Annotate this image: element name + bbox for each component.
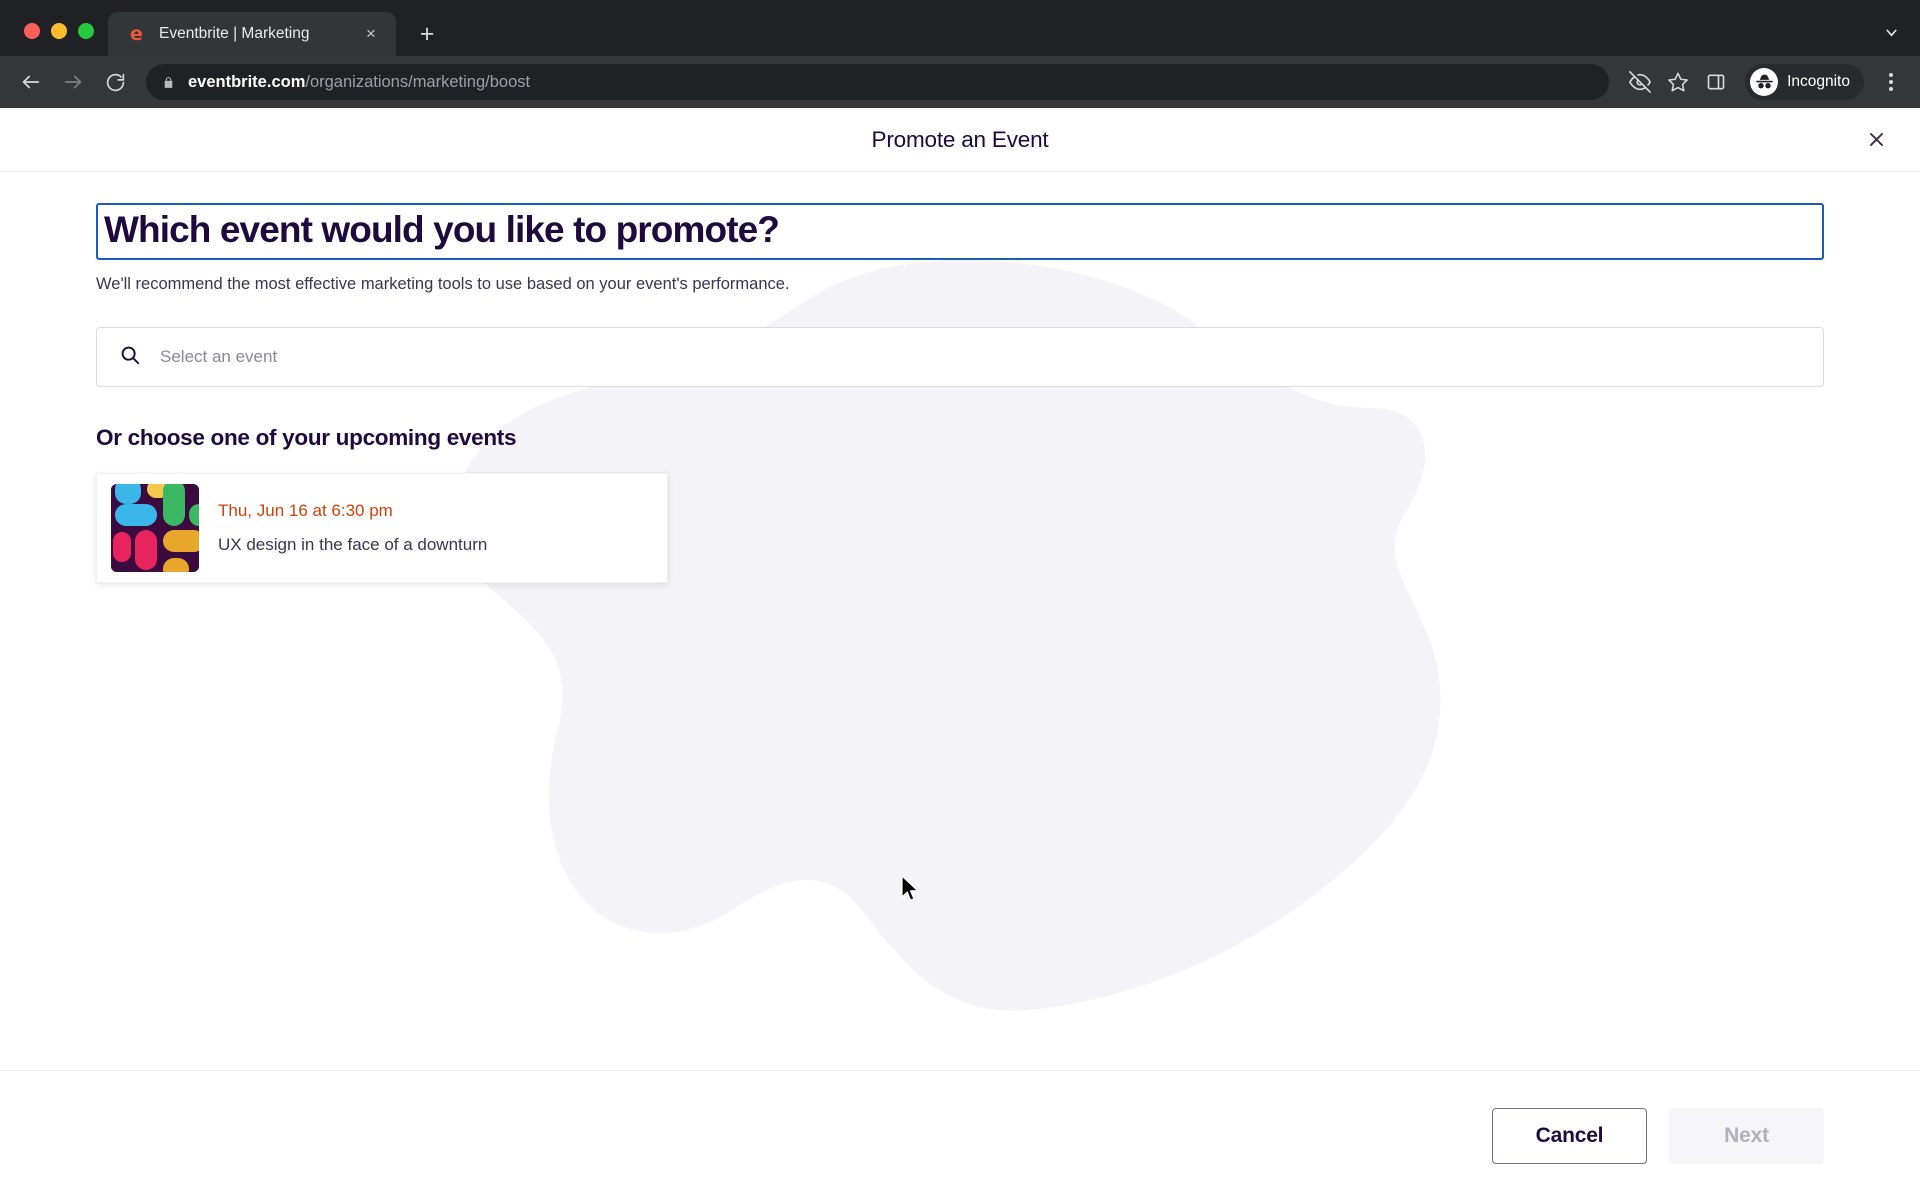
modal-footer: Cancel Next xyxy=(0,1070,1920,1200)
address-bar-url: eventbrite.com/organizations/marketing/b… xyxy=(188,73,530,92)
reload-icon[interactable] xyxy=(96,63,134,101)
tab-strip: e Eventbrite | Marketing × + xyxy=(0,0,1920,56)
side-panel-icon[interactable] xyxy=(1699,65,1733,99)
profile-chip[interactable]: Incognito xyxy=(1745,64,1864,100)
tab-title: Eventbrite | Marketing xyxy=(159,25,310,42)
subheading-text: We'll recommend the most effective marke… xyxy=(96,275,790,294)
heading-focus-ring: Which event would you like to promote? xyxy=(96,203,1824,261)
profile-label: Incognito xyxy=(1787,73,1850,90)
browser-window: e Eventbrite | Marketing × + eventbrite.… xyxy=(0,0,1920,1200)
forward-arrow-icon[interactable] xyxy=(54,63,92,101)
main-heading: Which event would you like to promote? xyxy=(104,209,780,250)
minimize-window-button[interactable] xyxy=(51,23,67,39)
page-body: Promote an Event Which event would you l… xyxy=(0,108,1920,1200)
cancel-button[interactable]: Cancel xyxy=(1492,1107,1647,1164)
star-icon[interactable] xyxy=(1661,65,1695,99)
new-tab-button[interactable]: + xyxy=(410,17,444,51)
page-title: Promote an Event xyxy=(871,126,1049,152)
next-button[interactable]: Next xyxy=(1669,1107,1824,1164)
event-details: Thu, Jun 16 at 6:30 pm UX design in the … xyxy=(218,500,487,556)
modal-header: Promote an Event xyxy=(0,108,1920,172)
close-icon[interactable] xyxy=(1858,122,1894,158)
lock-icon xyxy=(162,75,175,90)
eventbrite-favicon: e xyxy=(130,22,143,45)
kebab-menu-icon[interactable] xyxy=(1874,65,1908,99)
back-arrow-icon[interactable] xyxy=(12,63,50,101)
address-bar[interactable]: eventbrite.com/organizations/marketing/b… xyxy=(146,64,1610,100)
event-title: UX design in the face of a downturn xyxy=(218,535,488,555)
close-tab-button[interactable]: × xyxy=(360,23,382,45)
tab-strip-right xyxy=(1876,17,1906,47)
maximize-window-button[interactable] xyxy=(78,23,94,39)
close-window-button[interactable] xyxy=(24,23,40,39)
event-search-field[interactable]: Select an event xyxy=(96,327,1824,388)
chevron-down-icon[interactable] xyxy=(1876,17,1906,47)
event-list-item[interactable]: Thu, Jun 16 at 6:30 pm UX design in the … xyxy=(96,473,668,584)
mouse-cursor xyxy=(901,875,920,901)
modal-content: Which event would you like to promote? W… xyxy=(0,172,1920,584)
eye-off-icon[interactable] xyxy=(1623,65,1657,99)
url-host: eventbrite.com xyxy=(188,72,306,91)
upcoming-events-title: Or choose one of your upcoming events xyxy=(96,425,517,451)
search-input-placeholder: Select an event xyxy=(160,347,278,367)
browser-toolbar: eventbrite.com/organizations/marketing/b… xyxy=(0,56,1920,108)
event-date: Thu, Jun 16 at 6:30 pm xyxy=(218,501,393,521)
window-controls xyxy=(18,23,108,56)
event-thumbnail xyxy=(111,484,199,573)
search-icon xyxy=(119,344,141,371)
browser-tab[interactable]: e Eventbrite | Marketing × xyxy=(108,12,396,56)
url-path: /organizations/marketing/boost xyxy=(305,72,531,91)
incognito-icon xyxy=(1750,68,1779,96)
